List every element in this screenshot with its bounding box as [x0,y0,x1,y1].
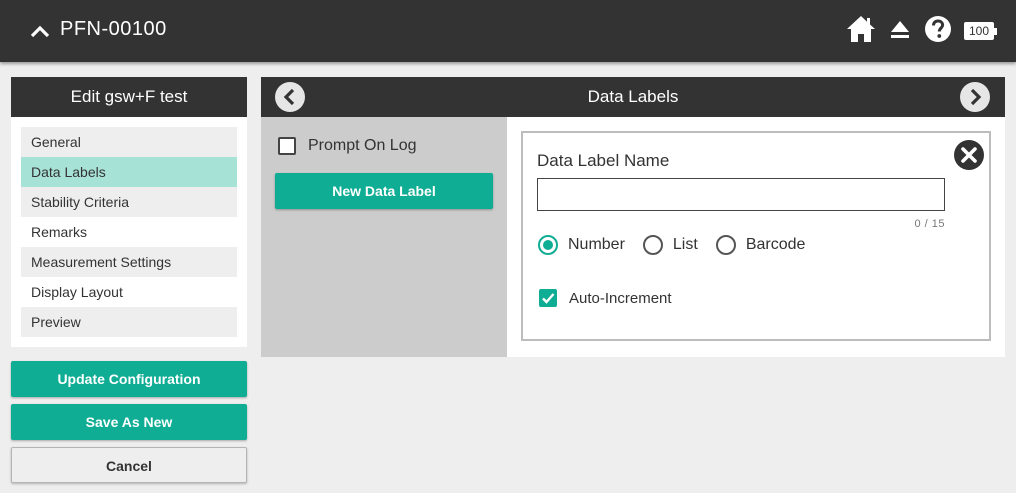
radio-number[interactable]: Number [538,235,625,255]
save-as-new-button[interactable]: Save As New [11,404,247,440]
eject-icon[interactable] [888,17,912,46]
page-title: PFN-00100 [60,18,167,40]
section-title: Data Labels [587,87,679,106]
section-list: General Data Labels Stability Criteria R… [11,117,247,347]
radio-selected-icon [538,235,558,255]
top-bar: PFN-00100 100 [0,0,1016,62]
sidebar-item-preview[interactable]: Preview [21,307,237,337]
radio-barcode-label: Barcode [745,236,806,253]
radio-barcode[interactable]: Barcode [715,235,806,255]
data-label-card: Data Label Name 0 / 15 Number List Barco… [521,131,991,341]
data-label-name-input[interactable] [537,178,945,211]
cancel-button[interactable]: Cancel [11,447,247,483]
close-icon[interactable] [953,139,985,171]
sidebar-item-measurement-settings[interactable]: Measurement Settings [21,247,237,277]
sidebar-item-remarks[interactable]: Remarks [21,217,237,247]
sidebar-item-data-labels[interactable]: Data Labels [21,157,237,187]
auto-increment-checkbox[interactable]: Auto-Increment [539,289,672,307]
checkbox-box[interactable] [278,137,296,155]
auto-increment-label: Auto-Increment [569,289,672,307]
sidebar-item-stability-criteria[interactable]: Stability Criteria [21,187,237,217]
battery-icon: 100 [964,22,997,40]
sidebar-item-general[interactable]: General [21,127,237,157]
radio-list[interactable]: List [642,235,698,255]
home-icon[interactable] [846,15,876,48]
help-icon[interactable] [924,15,952,48]
radio-unselected-icon [715,235,736,255]
chevron-up-icon[interactable] [28,20,52,44]
radio-list-label: List [672,236,698,253]
data-label-list-panel: Prompt On Log New Data Label [261,117,507,357]
update-configuration-button[interactable]: Update Configuration [11,361,247,397]
chevron-left-icon [283,88,295,106]
data-label-editor-panel: Data Label Name 0 / 15 Number List Barco… [507,117,1005,357]
data-labels-header: Data Labels [261,77,1005,117]
radio-number-label: Number [568,236,625,253]
new-data-label-button[interactable]: New Data Label [275,173,493,209]
sidebar-item-display-layout[interactable]: Display Layout [21,277,237,307]
character-counter: 0 / 15 [914,218,945,230]
topbar-icons: 100 [846,15,997,48]
previous-section-button[interactable] [275,82,305,112]
prompt-on-log-label: Prompt On Log [308,137,417,154]
edit-panel-title: Edit gsw+F test [11,77,247,117]
chevron-right-icon [970,88,982,106]
radio-unselected-icon [642,235,663,255]
data-label-name-label: Data Label Name [537,151,670,170]
next-section-button[interactable] [960,82,990,112]
checkmark-icon[interactable] [539,289,557,307]
prompt-on-log-checkbox[interactable]: Prompt On Log [278,137,417,155]
label-type-radio-group: Number List Barcode [538,235,823,255]
